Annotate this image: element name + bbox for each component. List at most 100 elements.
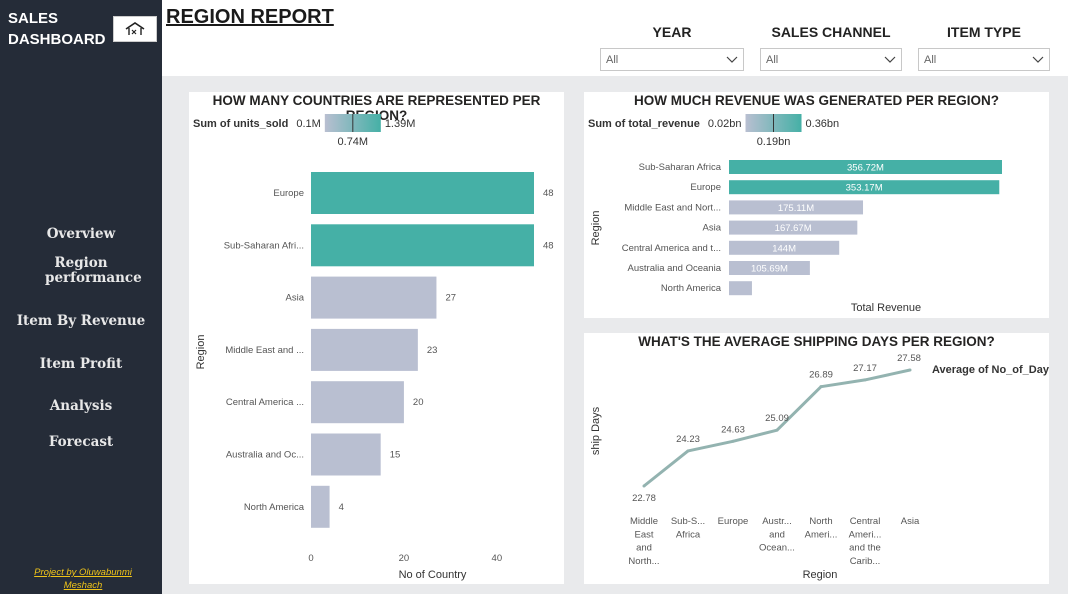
category-label: North America <box>244 502 305 513</box>
x-category-label: and the <box>849 543 881 554</box>
data-label: 27.58 <box>897 353 921 364</box>
x-axis-title: Total Revenue <box>851 302 921 314</box>
x-category-label: Sub-S... <box>671 516 705 527</box>
category-label: Middle East and Nort... <box>624 202 721 213</box>
category-label: Europe <box>273 188 304 199</box>
chevron-down-icon <box>1032 56 1044 63</box>
data-point <box>642 484 646 488</box>
x-category-label: East <box>634 529 653 540</box>
data-label: 26.89 <box>809 370 833 381</box>
x-category-label: Austr... <box>762 516 792 527</box>
x-category-label: and <box>636 543 652 554</box>
project-credit-link[interactable]: Project by Oluwabunmi Meshach <box>18 566 148 592</box>
countries-per-region-panel: HOW MANY COUNTRIES ARE REPRESENTED PER R… <box>189 92 564 584</box>
data-label: 23 <box>427 345 438 356</box>
item-type-slicer-label: ITEM TYPE <box>947 24 1021 40</box>
nav-item-by-revenue[interactable]: Item By Revenue <box>0 314 162 329</box>
nav-region-performance[interactable]: Region performance <box>0 256 162 286</box>
revenue-bar-chart[interactable]: Sum of total_revenue 0.02bn 0.36bn 0.19bn Su… <box>584 92 1049 318</box>
bar-5 <box>311 433 381 476</box>
x-category-label: Asia <box>901 516 920 527</box>
nav-analysis[interactable]: Analysis <box>0 399 162 414</box>
data-label: 20 <box>413 397 424 408</box>
x-tick-label: 20 <box>399 553 410 564</box>
legend-max-label: 0.36bn <box>806 118 840 130</box>
bar-4 <box>311 381 404 424</box>
category-label: Australia and Oceania <box>628 263 722 274</box>
category-label: Sub-Saharan Afri... <box>224 240 304 251</box>
item-type-slicer[interactable]: All <box>918 48 1050 71</box>
credit-line-2: Meshach <box>63 580 103 591</box>
data-label: 4 <box>339 502 344 513</box>
data-label: 22.78 <box>632 493 656 504</box>
y-axis-title: Region <box>590 211 602 246</box>
x-category-label: Africa <box>676 529 701 540</box>
year-slicer[interactable]: All <box>600 48 744 71</box>
category-label: Sub-Saharan Africa <box>639 162 722 173</box>
credit-line-1: Project by Oluwabunmi <box>34 567 132 578</box>
item-type-slicer-value: All <box>924 54 937 66</box>
revenue-per-region-panel: HOW MUCH REVENUE WAS GENERATED PER REGIO… <box>584 92 1049 318</box>
data-point <box>819 385 823 389</box>
x-category-label: Carib... <box>850 556 881 567</box>
legend-mid-label: 0.19bn <box>757 136 791 148</box>
year-slicer-label: YEAR <box>652 24 692 40</box>
x-category-label: Central <box>850 516 881 527</box>
x-category-label: Europe <box>718 516 749 527</box>
chevron-down-icon <box>884 56 896 63</box>
data-point <box>908 368 912 372</box>
category-label: North America <box>661 283 722 294</box>
category-label: Asia <box>286 293 305 304</box>
shipping-days-line-chart[interactable]: 22.78 24.23 24.63 25.09 26.89 27.17 27.58 Middl… <box>584 333 1049 584</box>
data-label: 175.11M <box>778 203 814 214</box>
x-category-label: and <box>769 529 785 540</box>
sidebar <box>0 0 162 594</box>
x-axis-title: Region <box>803 569 838 581</box>
data-point <box>731 439 735 443</box>
sales-channel-slicer[interactable]: All <box>760 48 902 71</box>
legend-min-label: 0.02bn <box>708 118 742 130</box>
year-slicer-value: All <box>606 54 619 66</box>
bar-6 <box>729 281 752 296</box>
legend-field-label: Sum of units_sold <box>193 118 288 130</box>
data-label: 167.67M <box>775 223 812 234</box>
data-point <box>686 449 690 453</box>
data-label: 48 <box>543 240 554 251</box>
data-label: 356.72M <box>847 163 884 174</box>
legend-min-label: 0.1M <box>296 118 320 130</box>
data-point <box>863 378 867 382</box>
x-axis-title: No of Country <box>399 569 467 581</box>
x-category-label: North <box>809 516 832 527</box>
nav-forecast[interactable]: Forecast <box>0 435 162 450</box>
legend-series-name: Average of No_of_Days <box>932 364 1049 376</box>
brand-line-1: SALES <box>8 10 59 27</box>
sales-channel-slicer-value: All <box>766 54 779 66</box>
data-label: 27.17 <box>853 363 877 374</box>
data-label: 144M <box>772 243 796 254</box>
x-category-label: Ameri... <box>849 529 882 540</box>
legend-max-label: 1.39M <box>385 118 416 130</box>
x-category-label: Ameri... <box>805 529 838 540</box>
sales-channel-slicer-label: SALES CHANNEL <box>771 24 891 40</box>
data-label: 27 <box>445 293 456 304</box>
nav-overview[interactable]: Overview <box>0 227 162 242</box>
page-title: REGION REPORT <box>166 6 334 28</box>
bar-3 <box>311 328 418 371</box>
countries-bar-chart[interactable]: Sum of units_sold 0.1M 1.39M 0.74M Europe 48 S… <box>189 92 564 584</box>
y-axis-title: ship Days <box>590 406 602 455</box>
legend-field-label: Sum of total_revenue <box>588 118 700 130</box>
data-label: 24.23 <box>676 434 700 445</box>
nav-item-profit[interactable]: Item Profit <box>0 357 162 372</box>
category-label: Asia <box>703 223 722 234</box>
x-category-label: North... <box>628 556 659 567</box>
data-point <box>775 428 779 432</box>
chevron-down-icon <box>726 56 738 63</box>
bar-6 <box>311 485 330 528</box>
brand-title: SALES DASHBOARD <box>8 8 106 50</box>
data-label: 24.63 <box>721 424 745 435</box>
legend-mid-label: 0.74M <box>338 136 369 148</box>
home-button[interactable] <box>113 16 157 42</box>
data-label: 25.09 <box>765 413 789 424</box>
home-icon <box>125 22 145 35</box>
category-label: Middle East and ... <box>225 345 304 356</box>
